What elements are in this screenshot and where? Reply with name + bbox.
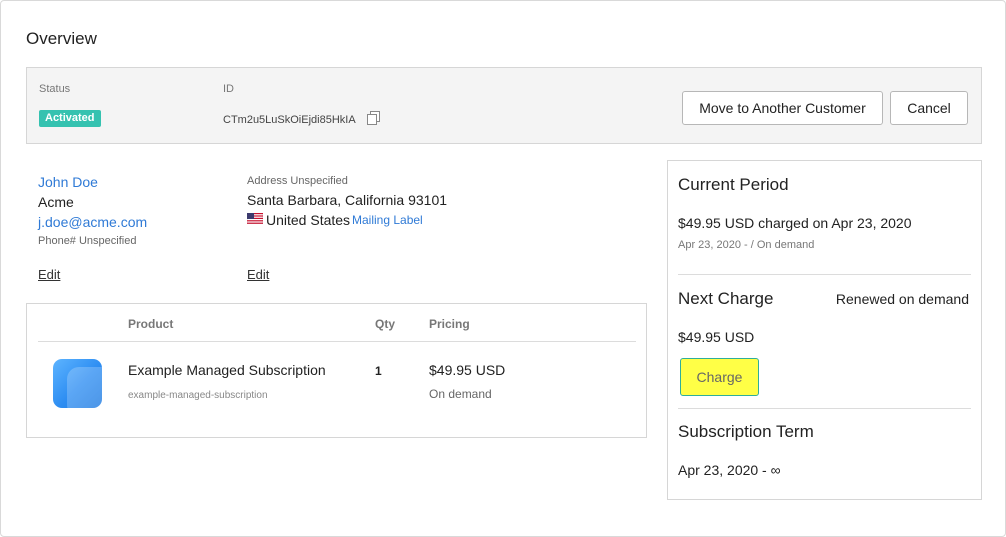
current-period-sub: Apr 23, 2020 - / On demand [678, 239, 815, 251]
product-table: Product Qty Pricing Example Managed Subs… [26, 303, 647, 438]
product-pricing-note: On demand [429, 387, 492, 401]
address-label: Address Unspecified [247, 175, 348, 187]
divider [678, 408, 971, 409]
product-price: $49.95 USD [429, 362, 506, 378]
divider [678, 274, 971, 275]
column-header-product: Product [128, 317, 174, 331]
status-bar: Status ID Activated CTm2u5LuSkOiEjdi85Hk… [26, 67, 982, 144]
current-period-title: Current Period [678, 175, 789, 194]
status-label: Status [39, 83, 71, 95]
column-header-pricing: Pricing [429, 317, 470, 331]
status-badge: Activated [39, 110, 101, 127]
edit-address-link[interactable]: Edit [247, 267, 269, 282]
renewal-mode: Renewed on demand [835, 291, 969, 307]
cancel-button[interactable]: Cancel [890, 91, 968, 125]
product-qty: 1 [375, 364, 382, 378]
customer-phone: Phone# Unspecified [38, 235, 137, 247]
current-period-text: $49.95 USD charged on Apr 23, 2020 [678, 215, 912, 231]
next-charge-amount: $49.95 USD [678, 329, 755, 345]
us-flag-icon [247, 213, 263, 224]
subscription-id: CTm2u5LuSkOiEjdi85HkIA [223, 114, 356, 126]
customer-company: Acme [38, 194, 74, 210]
move-to-another-customer-button[interactable]: Move to Another Customer [682, 91, 883, 125]
subscription-summary-card: Current Period $49.95 USD charged on Apr… [667, 160, 982, 500]
overview-panel: Overview Status ID Activated CTm2u5LuSkO… [0, 0, 1006, 537]
id-label: ID [223, 83, 234, 95]
customer-name-link[interactable]: John Doe [38, 174, 98, 190]
mailing-label-link[interactable]: Mailing Label [352, 213, 423, 227]
page-title: Overview [26, 29, 97, 48]
subscription-term-text: Apr 23, 2020 - ∞ [678, 462, 781, 478]
address-country: United States [266, 212, 351, 228]
edit-customer-link[interactable]: Edit [38, 267, 60, 282]
customer-email-link[interactable]: j.doe@acme.com [38, 214, 147, 230]
address-line: Santa Barbara, California 93101 [247, 192, 448, 208]
column-header-qty: Qty [375, 317, 396, 331]
product-name: Example Managed Subscription [128, 362, 326, 378]
header-divider [38, 341, 636, 342]
product-icon [53, 359, 102, 408]
copy-icon[interactable] [367, 111, 380, 125]
subscription-term-title: Subscription Term [678, 422, 814, 441]
charge-button[interactable]: Charge [680, 358, 759, 396]
product-slug: example-managed-subscription [128, 390, 268, 401]
next-charge-title: Next Charge [678, 289, 774, 308]
